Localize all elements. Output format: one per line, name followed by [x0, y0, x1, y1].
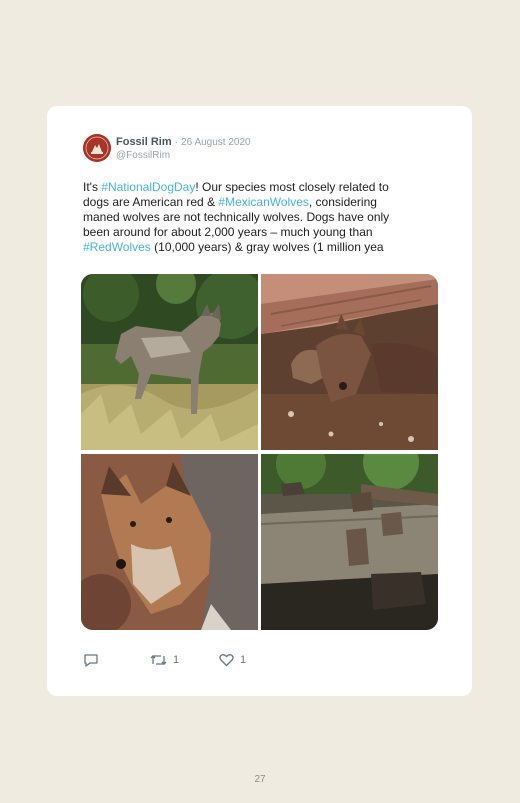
- tweet-text-segment: maned wolves are not technically wolves.…: [83, 210, 390, 224]
- tweet-text-segment: , considering: [308, 195, 377, 209]
- author-handle[interactable]: @FossilRim: [116, 150, 170, 161]
- author-name[interactable]: Fossil Rim: [116, 136, 172, 148]
- photo-pups-under-log[interactable]: [261, 274, 438, 450]
- fossil-rim-logo-icon: [83, 134, 111, 162]
- retweet-button[interactable]: 1: [150, 652, 179, 668]
- heart-icon: [219, 654, 234, 667]
- hashtag-link[interactable]: #NationalDogDay: [101, 180, 195, 194]
- tweet-actions: 1 1: [83, 652, 283, 668]
- tweet-text-segment: (10,000 years) & gray wolves (1 million …: [150, 240, 384, 254]
- separator: ·: [174, 137, 179, 148]
- like-button[interactable]: 1: [219, 652, 246, 668]
- like-count: 1: [240, 654, 247, 666]
- photo-grid: [81, 274, 438, 630]
- tweet-text-segment: ! Our species most closely related to: [195, 180, 389, 194]
- retweet-count: 1: [173, 654, 180, 666]
- tweet-date[interactable]: 26 August 2020: [181, 137, 251, 148]
- reply-icon: [84, 654, 98, 667]
- reply-button[interactable]: [83, 652, 105, 668]
- hashtag-link[interactable]: #MexicanWolves: [218, 195, 308, 209]
- tweet-text-line: dogs are American red & #MexicanWolves, …: [83, 195, 433, 210]
- tweet-text-segment: It's: [83, 180, 102, 194]
- tweet-text-line: been around for about 2,000 years – much…: [83, 225, 433, 240]
- tweet-card: Fossil Rim · 26 August 2020 @FossilRim I…: [47, 106, 472, 696]
- photo-pups-forest[interactable]: [261, 454, 438, 630]
- avatar[interactable]: [83, 134, 111, 162]
- author-line: Fossil Rim · 26 August 2020: [116, 136, 251, 148]
- page-number: 27: [254, 774, 266, 785]
- photo-red-wolf-portrait[interactable]: [81, 454, 258, 630]
- tweet-text-line: maned wolves are not technically wolves.…: [83, 210, 433, 225]
- retweet-icon: [150, 655, 167, 665]
- hashtag-link[interactable]: #RedWolves: [83, 240, 151, 254]
- photo-wolf-standing[interactable]: [81, 274, 258, 450]
- tweet-text-segment: dogs are American red &: [83, 195, 219, 209]
- tweet-text-line: It's #NationalDogDay! Our species most c…: [83, 180, 433, 195]
- tweet-text-segment: been around for about 2,000 years – much…: [83, 225, 373, 239]
- tweet-text-line: #RedWolves (10,000 years) & gray wolves …: [83, 240, 433, 255]
- tweet-text: It's #NationalDogDay! Our species most c…: [83, 180, 433, 256]
